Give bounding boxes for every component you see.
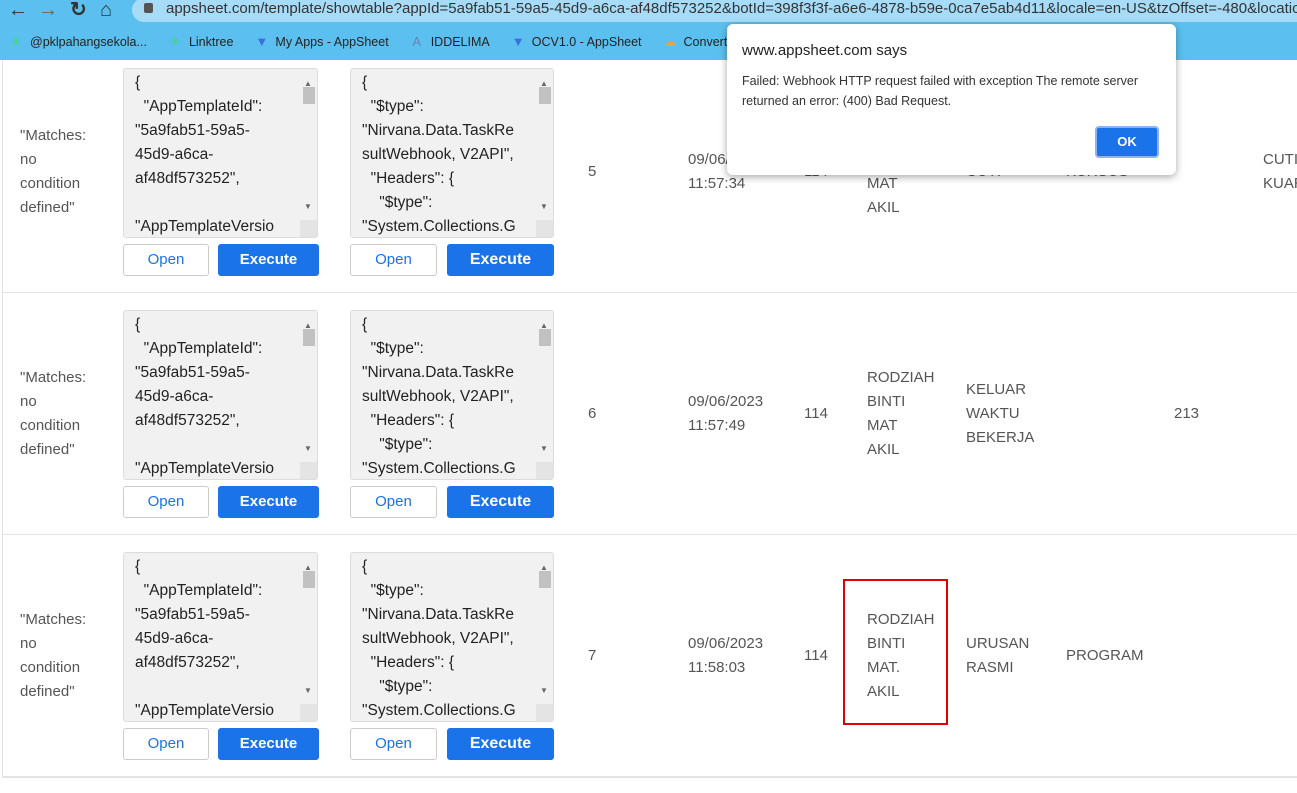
code-cell: 114	[804, 404, 828, 422]
condition-cell: "Matches: no condition defined"	[20, 126, 87, 216]
number-cell: 6	[588, 404, 597, 422]
execute-template-button[interactable]: Execute	[218, 486, 319, 518]
payload-json-textarea[interactable]: { "$type": "Nirvana.Data.TaskRe sultWebh…	[350, 552, 554, 722]
lock-icon	[144, 3, 153, 13]
scrollbar[interactable]: ▲ ▼	[536, 553, 553, 721]
date-cell: 09/06/2023 11:58:03	[688, 634, 764, 676]
scrollbar[interactable]: ▲ ▼	[300, 69, 317, 237]
last-cell: CUTI KUAR	[1263, 150, 1297, 192]
json-text: { "$type": "Nirvana.Data.TaskRe sultWebh…	[362, 74, 516, 235]
template-json-textarea[interactable]: { "AppTemplateId": "5a9fab51-59a5- 45d9-…	[123, 310, 318, 480]
bookmark-label: IDDELIMA	[430, 35, 490, 49]
json-text: { "AppTemplateId": "5a9fab51-59a5- 45d9-…	[135, 74, 275, 235]
condition-cell: "Matches: no condition defined"	[20, 610, 87, 700]
json-text: { "$type": "Nirvana.Data.TaskRe sultWebh…	[362, 558, 516, 719]
execute-template-button[interactable]: Execute	[218, 244, 319, 276]
bookmark-item[interactable]: A IDDELIMA	[411, 30, 490, 54]
address-bar[interactable]: appsheet.com/template/showtable?appId=5a…	[132, 0, 1297, 22]
scrollbar[interactable]: ▲ ▼	[536, 311, 553, 479]
google-cloud-icon: ☁	[663, 34, 677, 49]
scroll-thumb[interactable]	[303, 87, 315, 104]
resize-handle-icon[interactable]	[536, 462, 553, 479]
linktree-icon: ✳	[10, 34, 22, 49]
number-cell: 5	[588, 162, 597, 180]
bookmark-item[interactable]: ▼ My Apps - AppSheet	[255, 30, 388, 54]
scroll-down-icon[interactable]: ▼	[304, 195, 312, 219]
alert-dialog: www.appsheet.com says Failed: Webhook HT…	[727, 24, 1176, 175]
linktree-icon: ✳	[169, 34, 181, 49]
highlight-box	[843, 579, 948, 725]
scroll-thumb[interactable]	[539, 571, 551, 588]
category-cell: PROGRAM	[1066, 646, 1144, 664]
url-text: appsheet.com/template/showtable?appId=5a…	[166, 0, 1297, 17]
execute-payload-button[interactable]: Execute	[447, 244, 554, 276]
execute-template-button[interactable]: Execute	[218, 728, 319, 760]
scroll-thumb[interactable]	[539, 329, 551, 346]
bookmark-item[interactable]: ▼ OCV1.0 - AppSheet	[512, 30, 642, 54]
json-text: { "AppTemplateId": "5a9fab51-59a5- 45d9-…	[135, 558, 275, 719]
scrollbar[interactable]: ▲ ▼	[300, 553, 317, 721]
payload-json-textarea[interactable]: { "$type": "Nirvana.Data.TaskRe sultWebh…	[350, 68, 554, 238]
code-cell: 114	[804, 646, 828, 664]
type-cell: KELUAR WAKTU BEKERJA	[966, 380, 1035, 446]
scroll-down-icon[interactable]: ▼	[540, 195, 548, 219]
open-payload-button[interactable]: Open	[350, 244, 437, 276]
resize-handle-icon[interactable]	[300, 462, 317, 479]
bookmark-item[interactable]: ✳ Linktree	[169, 30, 233, 54]
appsheet-icon: ▼	[255, 34, 269, 49]
date-cell: 09/06/2023 11:57:49	[688, 392, 764, 434]
scroll-thumb[interactable]	[303, 329, 315, 346]
condition-cell: "Matches: no condition defined"	[20, 368, 87, 458]
home-icon[interactable]: ⌂	[100, 0, 112, 20]
number-cell: 7	[588, 646, 597, 664]
bookmark-label: @pklpahangsekola...	[30, 35, 147, 49]
table-row: "Matches: no condition defined" 7 09/06/20…	[3, 535, 1297, 777]
dialog-message: Failed: Webhook HTTP request failed with…	[742, 74, 1139, 108]
open-template-button[interactable]: Open	[123, 486, 209, 518]
payload-json-textarea[interactable]: { "$type": "Nirvana.Data.TaskRe sultWebh…	[350, 310, 554, 480]
appsheet-icon: ▼	[511, 34, 525, 49]
bookmark-label: OCV1.0 - AppSheet	[531, 35, 642, 49]
resize-handle-icon[interactable]	[536, 220, 553, 237]
table-row: "Matches: no condition defined" 6 09/06/20…	[3, 293, 1297, 535]
execute-payload-button[interactable]: Execute	[447, 486, 554, 518]
dialog-title: www.appsheet.com says	[742, 42, 908, 59]
bookmark-item[interactable]: ✳ @pklpahangsekola...	[10, 30, 147, 54]
ok-button[interactable]: OK	[1095, 126, 1159, 158]
scroll-down-icon[interactable]: ▼	[304, 679, 312, 703]
resize-handle-icon[interactable]	[300, 704, 317, 721]
json-text: { "AppTemplateId": "5a9fab51-59a5- 45d9-…	[135, 316, 275, 477]
type-cell: URUSAN RASMI	[966, 634, 1030, 676]
json-text: { "$type": "Nirvana.Data.TaskRe sultWebh…	[362, 316, 516, 477]
scroll-thumb[interactable]	[303, 571, 315, 588]
bookmark-label: Linktree	[188, 35, 234, 49]
back-icon[interactable]: ←	[8, 0, 28, 20]
open-payload-button[interactable]: Open	[350, 486, 437, 518]
template-json-textarea[interactable]: { "AppTemplateId": "5a9fab51-59a5- 45d9-…	[123, 552, 318, 722]
template-json-textarea[interactable]: { "AppTemplateId": "5a9fab51-59a5- 45d9-…	[123, 68, 318, 238]
forward-icon[interactable]: →	[38, 0, 58, 20]
scroll-thumb[interactable]	[539, 87, 551, 104]
reload-icon[interactable]: ↻	[70, 0, 87, 20]
scrollbar[interactable]: ▲ ▼	[300, 311, 317, 479]
bookmarks-bar: ✳ @pklpahangsekola... ✳ Linktree ▼ My Apps - …	[0, 30, 777, 54]
open-template-button[interactable]: Open	[123, 728, 209, 760]
scroll-down-icon[interactable]: ▼	[540, 437, 548, 461]
open-payload-button[interactable]: Open	[350, 728, 437, 760]
execute-payload-button[interactable]: Execute	[447, 728, 554, 760]
scroll-down-icon[interactable]: ▼	[540, 679, 548, 703]
extra-cell: 213	[1174, 404, 1200, 422]
scrollbar[interactable]: ▲ ▼	[536, 69, 553, 237]
letter-a-icon: A	[412, 34, 422, 49]
name-cell: RODZIAH BINTI MAT AKIL	[867, 368, 935, 458]
bookmark-label: My Apps - AppSheet	[275, 35, 389, 49]
resize-handle-icon[interactable]	[536, 704, 553, 721]
resize-handle-icon[interactable]	[300, 220, 317, 237]
scroll-down-icon[interactable]: ▼	[304, 437, 312, 461]
open-template-button[interactable]: Open	[123, 244, 209, 276]
